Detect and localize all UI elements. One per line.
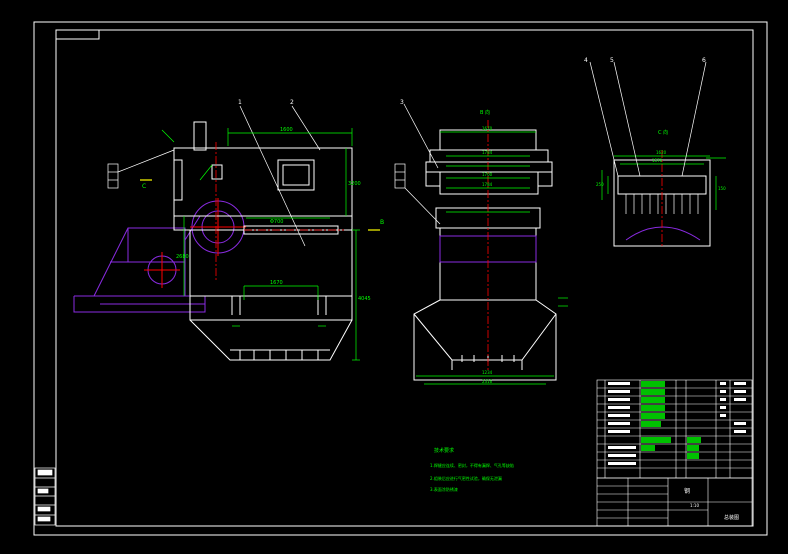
section-mark-b-label: B <box>380 219 384 226</box>
side-dim-2: 1700 <box>482 172 493 177</box>
dim-height-1: 4045 <box>358 296 371 302</box>
part-number-3: 3 <box>400 99 404 106</box>
section-mark-c-label: C <box>142 183 146 190</box>
filter-body-outline <box>173 121 353 361</box>
part-number-1: 1 <box>238 99 242 106</box>
view-title-b: B 向 <box>480 109 490 116</box>
dim-top-width: 1600 <box>280 127 293 133</box>
c-view-hidden-arc <box>625 226 701 241</box>
notes-line-2: 2.组装后应进行气密性试验，确保无泄漏 <box>430 475 502 481</box>
part-number-6: 6 <box>702 57 706 64</box>
dim-lower: 2680 <box>176 254 189 260</box>
side-view-b: 1670 1784 1700 1784 1234 2316 3 B 向 <box>394 99 568 385</box>
front-center-lines <box>215 142 344 280</box>
side-body-outline <box>413 129 557 381</box>
notes-title: 技术要求 <box>434 447 454 454</box>
margin-stamp-table <box>34 467 56 526</box>
dim-flange: Φ700 <box>270 219 283 225</box>
part-number-2: 2 <box>290 99 294 106</box>
front-dimensions <box>161 128 360 361</box>
side-dim-bottom: 1234 <box>482 370 493 375</box>
notes-line-1: 1.焊缝应连续、密封，不得有漏焊、气孔等缺陷 <box>430 462 514 468</box>
view-c: C 向 1620 1570 250 150 4 5 6 <box>584 57 726 248</box>
fan-wheel <box>190 198 246 256</box>
side-dim-base: 2316 <box>482 379 493 384</box>
view-title-c: C 向 <box>658 129 668 136</box>
part-number-4: 4 <box>584 57 588 64</box>
title-block: 钢 总装图 1:10 <box>596 379 753 527</box>
dim-inner-width: 1670 <box>270 280 283 286</box>
title-block-scale: 1:10 <box>690 503 699 508</box>
side-dim-1: 1784 <box>482 150 493 155</box>
title-block-material: 钢 <box>684 487 690 495</box>
technical-notes: 技术要求 1.焊缝应连续、密封，不得有漏焊、气孔等缺陷 2.组装后应进行气密性试… <box>430 447 514 492</box>
part-number-5: 5 <box>610 57 614 64</box>
c-dim-top: 1620 <box>656 150 667 155</box>
c-dim-side-2: 150 <box>718 186 726 191</box>
side-dim-3: 1784 <box>482 182 493 187</box>
side-dimensions <box>416 131 568 385</box>
motor-pulley <box>144 252 180 288</box>
c-view-dimensions <box>601 155 726 210</box>
front-view: 1600 1670 Φ700 4045 3200 2680 C B 1 2 <box>73 99 384 361</box>
front-tag-box <box>107 163 119 189</box>
dim-height-2: 3200 <box>348 181 361 187</box>
title-block-drawing-name: 总装图 <box>724 514 739 521</box>
c-dim-inner: 1570 <box>652 158 663 163</box>
side-dim-top: 1670 <box>482 126 493 131</box>
cad-drawing-canvas: 1600 1670 Φ700 4045 3200 2680 C B 1 2 16… <box>33 21 768 536</box>
c-dim-side-1: 250 <box>596 182 604 187</box>
side-tag-box <box>394 163 406 189</box>
bom-text-marks <box>608 382 746 465</box>
notes-line-3: 3.表面涂防锈漆 <box>430 486 458 492</box>
